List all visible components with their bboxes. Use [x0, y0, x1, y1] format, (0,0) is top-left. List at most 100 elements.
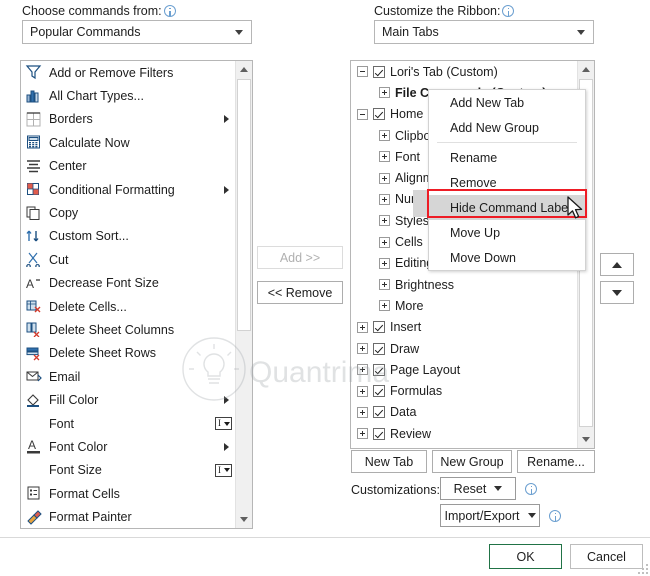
tab-checkbox[interactable] — [373, 343, 385, 355]
expand-icon[interactable] — [357, 386, 368, 397]
context-menu[interactable]: Add New Tab Add New Group RenameRemoveHide… — [428, 89, 586, 271]
ribbon-tree-item[interactable]: Insert — [351, 317, 577, 338]
expand-icon[interactable] — [357, 407, 368, 418]
ribbon-tree-item[interactable]: Lori's Tab (Custom) — [351, 61, 577, 82]
expand-icon[interactable] — [379, 151, 390, 162]
expand-icon[interactable] — [379, 194, 390, 205]
tab-checkbox[interactable] — [373, 428, 385, 440]
ribbon-tree-item[interactable]: Brightness — [351, 274, 577, 295]
commands-list[interactable]: Add or Remove FiltersAll Chart Types...B… — [21, 61, 235, 528]
inline-combo-icon[interactable] — [215, 464, 232, 477]
command-list-item[interactable]: Copy — [21, 201, 235, 224]
customize-ribbon-combo[interactable]: Main Tabs — [374, 20, 594, 44]
ribbon-tree-item[interactable]: Formulas — [351, 380, 577, 401]
expand-icon[interactable] — [379, 130, 390, 141]
expand-icon[interactable] — [357, 322, 368, 333]
context-menu-item[interactable]: Remove — [429, 170, 585, 195]
scroll-down-button[interactable] — [578, 431, 594, 448]
ribbon-tree-item[interactable]: Review — [351, 423, 577, 444]
command-list-item[interactable]: Delete Sheet Columns — [21, 318, 235, 341]
command-list-item[interactable]: Custom Sort... — [21, 225, 235, 248]
ribbon-tree-item[interactable]: More — [351, 295, 577, 316]
inline-combo-icon[interactable] — [215, 417, 232, 430]
context-menu-item[interactable]: Move Down — [429, 245, 585, 270]
cancel-button[interactable]: Cancel — [570, 544, 643, 569]
command-list-item[interactable]: ADecrease Font Size — [21, 272, 235, 295]
submenu-arrow-icon[interactable] — [224, 115, 229, 123]
expand-icon[interactable] — [379, 258, 390, 269]
expand-icon[interactable] — [379, 300, 390, 311]
command-list-item[interactable]: Calculate Now — [21, 131, 235, 154]
command-list-item[interactable]: AFont Color — [21, 435, 235, 458]
command-list-item[interactable]: Delete Sheet Rows — [21, 342, 235, 365]
context-menu-item[interactable]: Add New Tab — [429, 90, 585, 115]
choose-commands-from-combo[interactable]: Popular Commands — [22, 20, 252, 44]
new-tab-button[interactable]: New Tab — [351, 450, 427, 473]
command-list-item[interactable]: Borders — [21, 108, 235, 131]
submenu-arrow-icon[interactable] — [224, 186, 229, 194]
move-up-button[interactable] — [600, 253, 634, 276]
tab-checkbox[interactable] — [373, 66, 385, 78]
resize-grip[interactable] — [638, 564, 648, 574]
ribbon-tree-item[interactable]: Data — [351, 402, 577, 423]
expand-icon[interactable] — [357, 428, 368, 439]
expand-icon[interactable] — [379, 173, 390, 184]
reset-split-button[interactable]: Reset — [440, 477, 516, 500]
tab-checkbox[interactable] — [373, 108, 385, 120]
command-list-item[interactable]: Format Painter — [21, 505, 235, 528]
command-list-item[interactable]: Conditional Formatting — [21, 178, 235, 201]
triangle-up-icon — [240, 67, 248, 72]
collapse-icon[interactable] — [357, 66, 368, 77]
commands-list-scrollbar[interactable] — [235, 61, 252, 528]
command-list-item[interactable]: Add or Remove Filters — [21, 61, 235, 84]
command-list-item[interactable]: Font Size — [21, 459, 235, 482]
command-list-item[interactable]: Format Cells — [21, 482, 235, 505]
info-icon[interactable] — [164, 5, 176, 17]
scrollbar-thumb[interactable] — [237, 79, 251, 331]
expand-icon[interactable] — [379, 215, 390, 226]
ribbon-tree-item[interactable]: Page Layout — [351, 359, 577, 380]
submenu-arrow-icon[interactable] — [224, 396, 229, 404]
command-list-item[interactable]: Cut — [21, 248, 235, 271]
commands-list-pane[interactable]: Add or Remove FiltersAll Chart Types...B… — [20, 60, 253, 529]
tab-checkbox[interactable] — [373, 321, 385, 333]
expand-icon[interactable] — [379, 87, 390, 98]
tab-checkbox[interactable] — [373, 406, 385, 418]
ok-button-label: OK — [516, 550, 534, 564]
expand-icon[interactable] — [357, 364, 368, 375]
ribbon-tree-item[interactable]: Draw — [351, 338, 577, 359]
scroll-up-button[interactable] — [578, 61, 594, 78]
expand-icon[interactable] — [379, 279, 390, 290]
context-menu-item-label: Add New Tab — [450, 96, 524, 110]
rename-button[interactable]: Rename... — [517, 450, 595, 473]
submenu-arrow-icon[interactable] — [224, 443, 229, 451]
command-list-item[interactable]: Center — [21, 155, 235, 178]
ok-button[interactable]: OK — [489, 544, 562, 569]
command-list-item[interactable]: All Chart Types... — [21, 84, 235, 107]
context-menu-item[interactable]: Move Up — [429, 220, 585, 245]
new-group-button[interactable]: New Group — [432, 450, 512, 473]
command-list-item[interactable]: Font — [21, 412, 235, 435]
tab-checkbox[interactable] — [373, 385, 385, 397]
context-menu-item[interactable]: Add New Group — [429, 115, 585, 140]
center-align-icon — [25, 158, 43, 175]
context-menu-item[interactable]: Rename — [429, 145, 585, 170]
expand-icon[interactable] — [357, 343, 368, 354]
import-export-split-button[interactable]: Import/Export — [440, 504, 540, 527]
move-down-button[interactable] — [600, 281, 634, 304]
info-icon[interactable] — [525, 483, 537, 495]
context-menu-item[interactable]: Hide Command Labels — [429, 195, 585, 220]
collapse-icon[interactable] — [357, 109, 368, 120]
scroll-down-button[interactable] — [236, 511, 252, 528]
command-list-item[interactable]: Email — [21, 365, 235, 388]
ribbon-tree-item[interactable]: View — [351, 444, 577, 448]
tab-checkbox[interactable] — [373, 364, 385, 376]
filter-icon — [25, 64, 43, 81]
expand-icon[interactable] — [379, 237, 390, 248]
info-icon[interactable] — [549, 510, 561, 522]
command-list-item[interactable]: Delete Cells... — [21, 295, 235, 318]
scroll-up-button[interactable] — [236, 61, 252, 78]
command-list-item[interactable]: Fill Color — [21, 388, 235, 411]
info-icon[interactable] — [502, 5, 514, 17]
remove-button[interactable]: << Remove — [257, 281, 343, 304]
